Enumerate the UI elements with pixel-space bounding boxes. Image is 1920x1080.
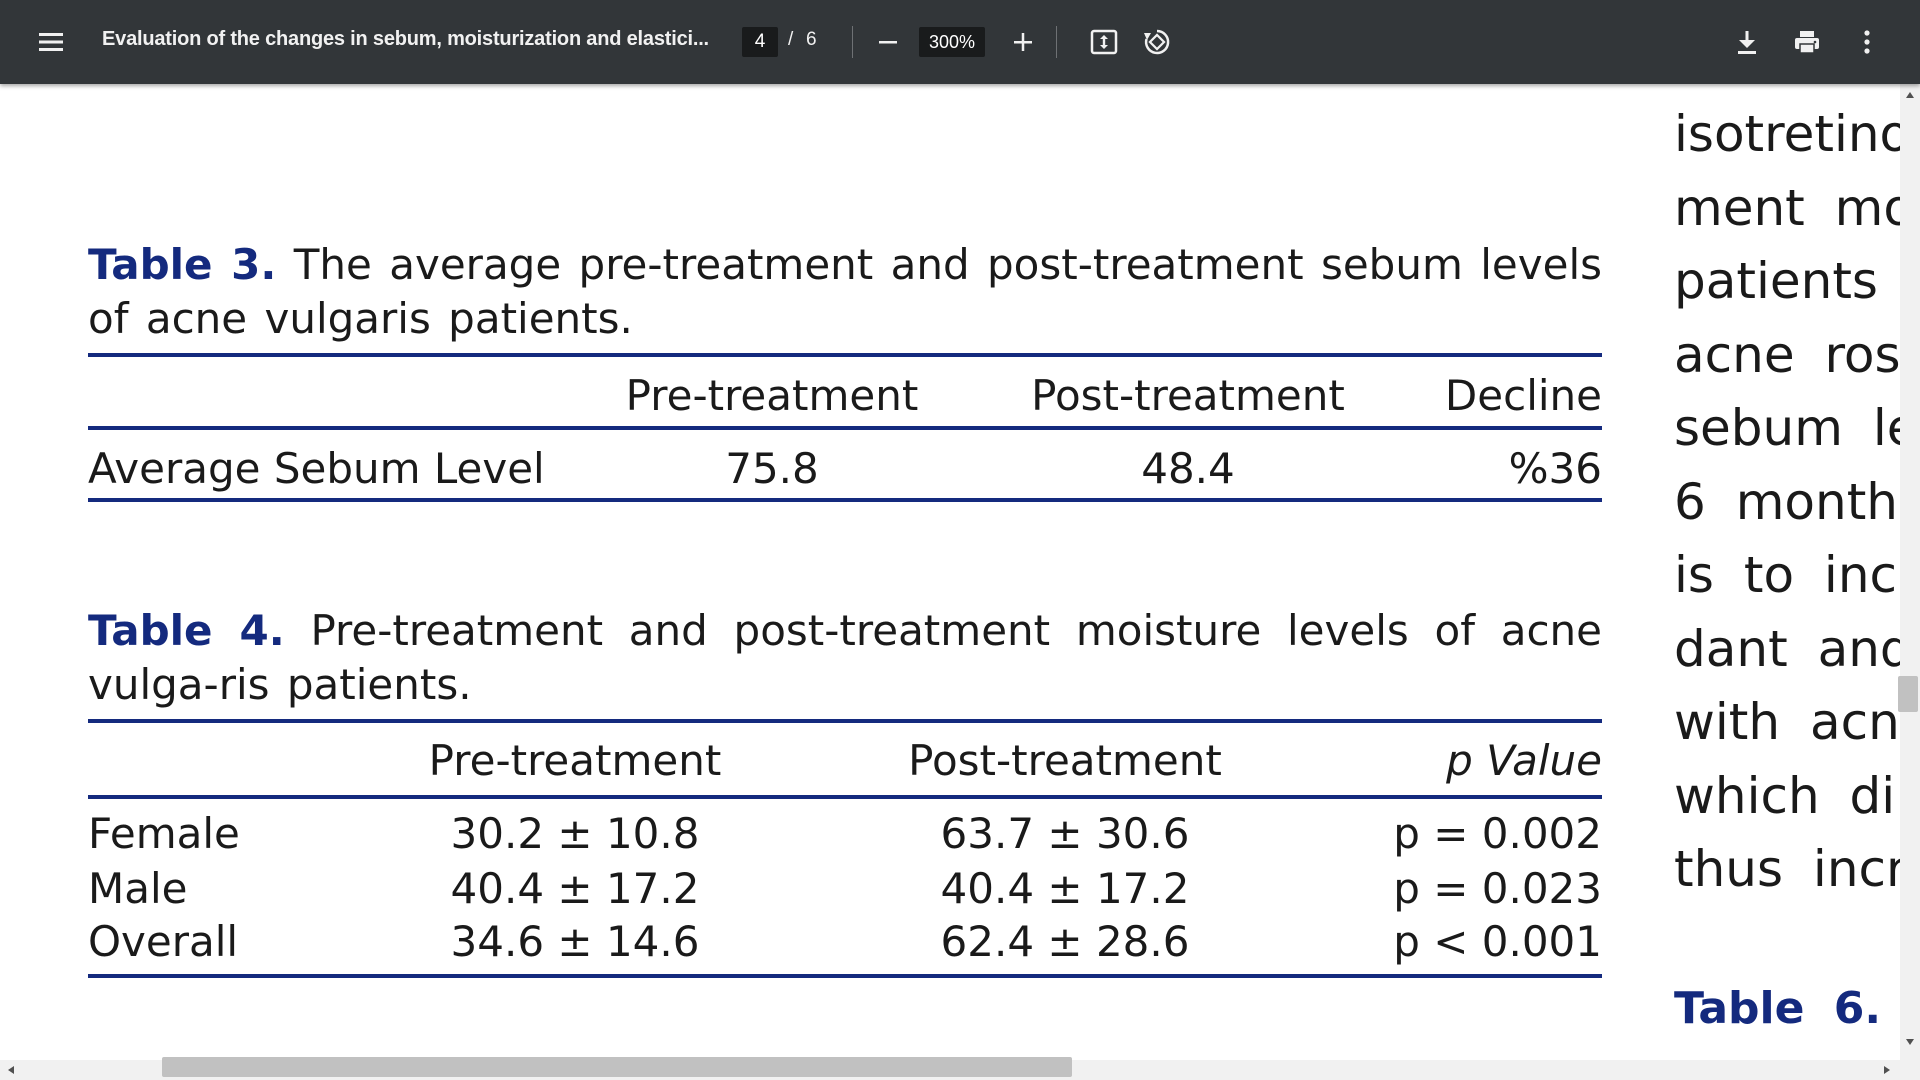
more-actions-button[interactable]: [1843, 18, 1891, 66]
table3-caption: Table 3. The average pre-treatment and p…: [88, 238, 1602, 346]
table4-header-pvalue: p Value: [1446, 736, 1602, 785]
menu-icon: [39, 33, 63, 51]
download-icon: [1738, 31, 1756, 54]
table3-cell-pre: 75.8: [725, 444, 819, 493]
page-number-input[interactable]: 4: [742, 27, 778, 57]
zoom-in-button[interactable]: [999, 18, 1047, 66]
table3-header-decline: Decline: [1444, 371, 1602, 420]
table4-header-pre: Pre-treatment: [428, 736, 722, 785]
table3-bottom-rule: [88, 498, 1602, 502]
right-column-line: ment mo: [1674, 178, 1900, 237]
minus-icon: [879, 41, 897, 44]
zoom-out-button[interactable]: [864, 18, 912, 66]
print-button[interactable]: [1783, 18, 1831, 66]
table4-cell-pre: 40.4 ± 17.2: [450, 864, 700, 913]
table4-top-rule: [88, 719, 1602, 723]
right-column-text: isotretino ment mo patients acne ros seb…: [1674, 98, 1900, 1045]
table3-cell-decline: %36: [1508, 444, 1602, 493]
table4-cell-post: 62.4 ± 28.6: [940, 917, 1190, 966]
right-column-line: which di: [1674, 766, 1896, 825]
table3-top-rule: [88, 353, 1602, 357]
table4-cell-post: 40.4 ± 17.2: [940, 864, 1190, 913]
right-column-line: thus incr: [1674, 840, 1900, 898]
right-column-line: 6 months: [1674, 472, 1900, 531]
plus-icon: [1014, 33, 1032, 51]
table4-cell-post: 63.7 ± 30.6: [940, 809, 1190, 858]
table3-row-label: Average Sebum Level: [88, 444, 545, 493]
vertical-scrollbar[interactable]: [1900, 84, 1920, 1060]
scroll-right-arrow-icon[interactable]: [1884, 1066, 1890, 1074]
table4-cell-pvalue: p = 0.002: [1393, 809, 1602, 858]
table3-caption-text: The average pre-treatment and post-treat…: [88, 240, 1602, 343]
table4-cell-pre: 30.2 ± 10.8: [450, 809, 700, 858]
table4-row-label: Overall: [88, 917, 239, 966]
pdf-viewer[interactable]: Table 3. The average pre-treatment and p…: [0, 84, 1920, 1080]
right-column-line: is to incr: [1674, 546, 1900, 604]
pdf-toolbar: Evaluation of the changes in sebum, mois…: [0, 0, 1920, 84]
rotate-icon: [1144, 29, 1170, 55]
page-separator: /: [788, 29, 794, 50]
horizontal-scrollbar-thumb[interactable]: [162, 1057, 1072, 1077]
table4-row-label: Female: [88, 809, 240, 858]
fit-page-button[interactable]: [1080, 18, 1128, 66]
table4-row-label: Male: [88, 864, 188, 913]
right-column-line: acne ros: [1674, 325, 1900, 384]
table4-header-post: Post-treatment: [908, 736, 1222, 785]
menu-button[interactable]: [27, 18, 75, 66]
scroll-up-arrow-icon[interactable]: [1906, 92, 1914, 98]
right-column-line: sebum le: [1674, 399, 1900, 457]
table6-caption: Table 6. P: [1674, 972, 1900, 1046]
right-column-line: isotretino: [1674, 105, 1900, 163]
table4-label: Table 4.: [88, 606, 285, 655]
table3-header-post: Post-treatment: [1031, 371, 1345, 420]
scroll-down-arrow-icon[interactable]: [1906, 1039, 1914, 1045]
table4-caption-text: Pre-treatment and post-treatment moistur…: [88, 606, 1602, 709]
more-vert-icon: [1864, 30, 1870, 54]
table4-cell-pvalue: p = 0.023: [1393, 864, 1602, 913]
table4-caption: Table 4. Pre-treatment and post-treatmen…: [88, 604, 1602, 712]
table3-header-rule: [88, 426, 1602, 430]
table4-cell-pre: 34.6 ± 14.6: [450, 917, 700, 966]
rotate-button[interactable]: [1133, 18, 1181, 66]
table4-cell-pvalue: p < 0.001: [1393, 917, 1602, 966]
table3-label: Table 3.: [88, 240, 277, 289]
fit-page-icon: [1090, 29, 1118, 55]
table3-header-pre: Pre-treatment: [625, 371, 919, 420]
right-column-line: patients: [1674, 252, 1878, 310]
download-button[interactable]: [1723, 18, 1771, 66]
page-total: 6: [806, 29, 817, 50]
table3-cell-post: 48.4: [1141, 444, 1235, 493]
right-column-line: dant and: [1674, 619, 1900, 678]
right-column-line: with acne: [1674, 693, 1900, 751]
vertical-scrollbar-thumb[interactable]: [1898, 676, 1918, 712]
table4-header-rule: [88, 795, 1602, 799]
table6-label: Table 6.: [1674, 982, 1882, 1034]
scroll-left-arrow-icon[interactable]: [8, 1066, 14, 1074]
table4-bottom-rule: [88, 974, 1602, 978]
toolbar-divider: [852, 26, 853, 58]
zoom-level-input[interactable]: 300%: [919, 27, 985, 57]
toolbar-divider: [1056, 26, 1057, 58]
document-title: Evaluation of the changes in sebum, mois…: [102, 28, 709, 50]
print-icon: [1795, 31, 1819, 54]
pdf-page: Table 3. The average pre-treatment and p…: [0, 84, 1900, 1060]
